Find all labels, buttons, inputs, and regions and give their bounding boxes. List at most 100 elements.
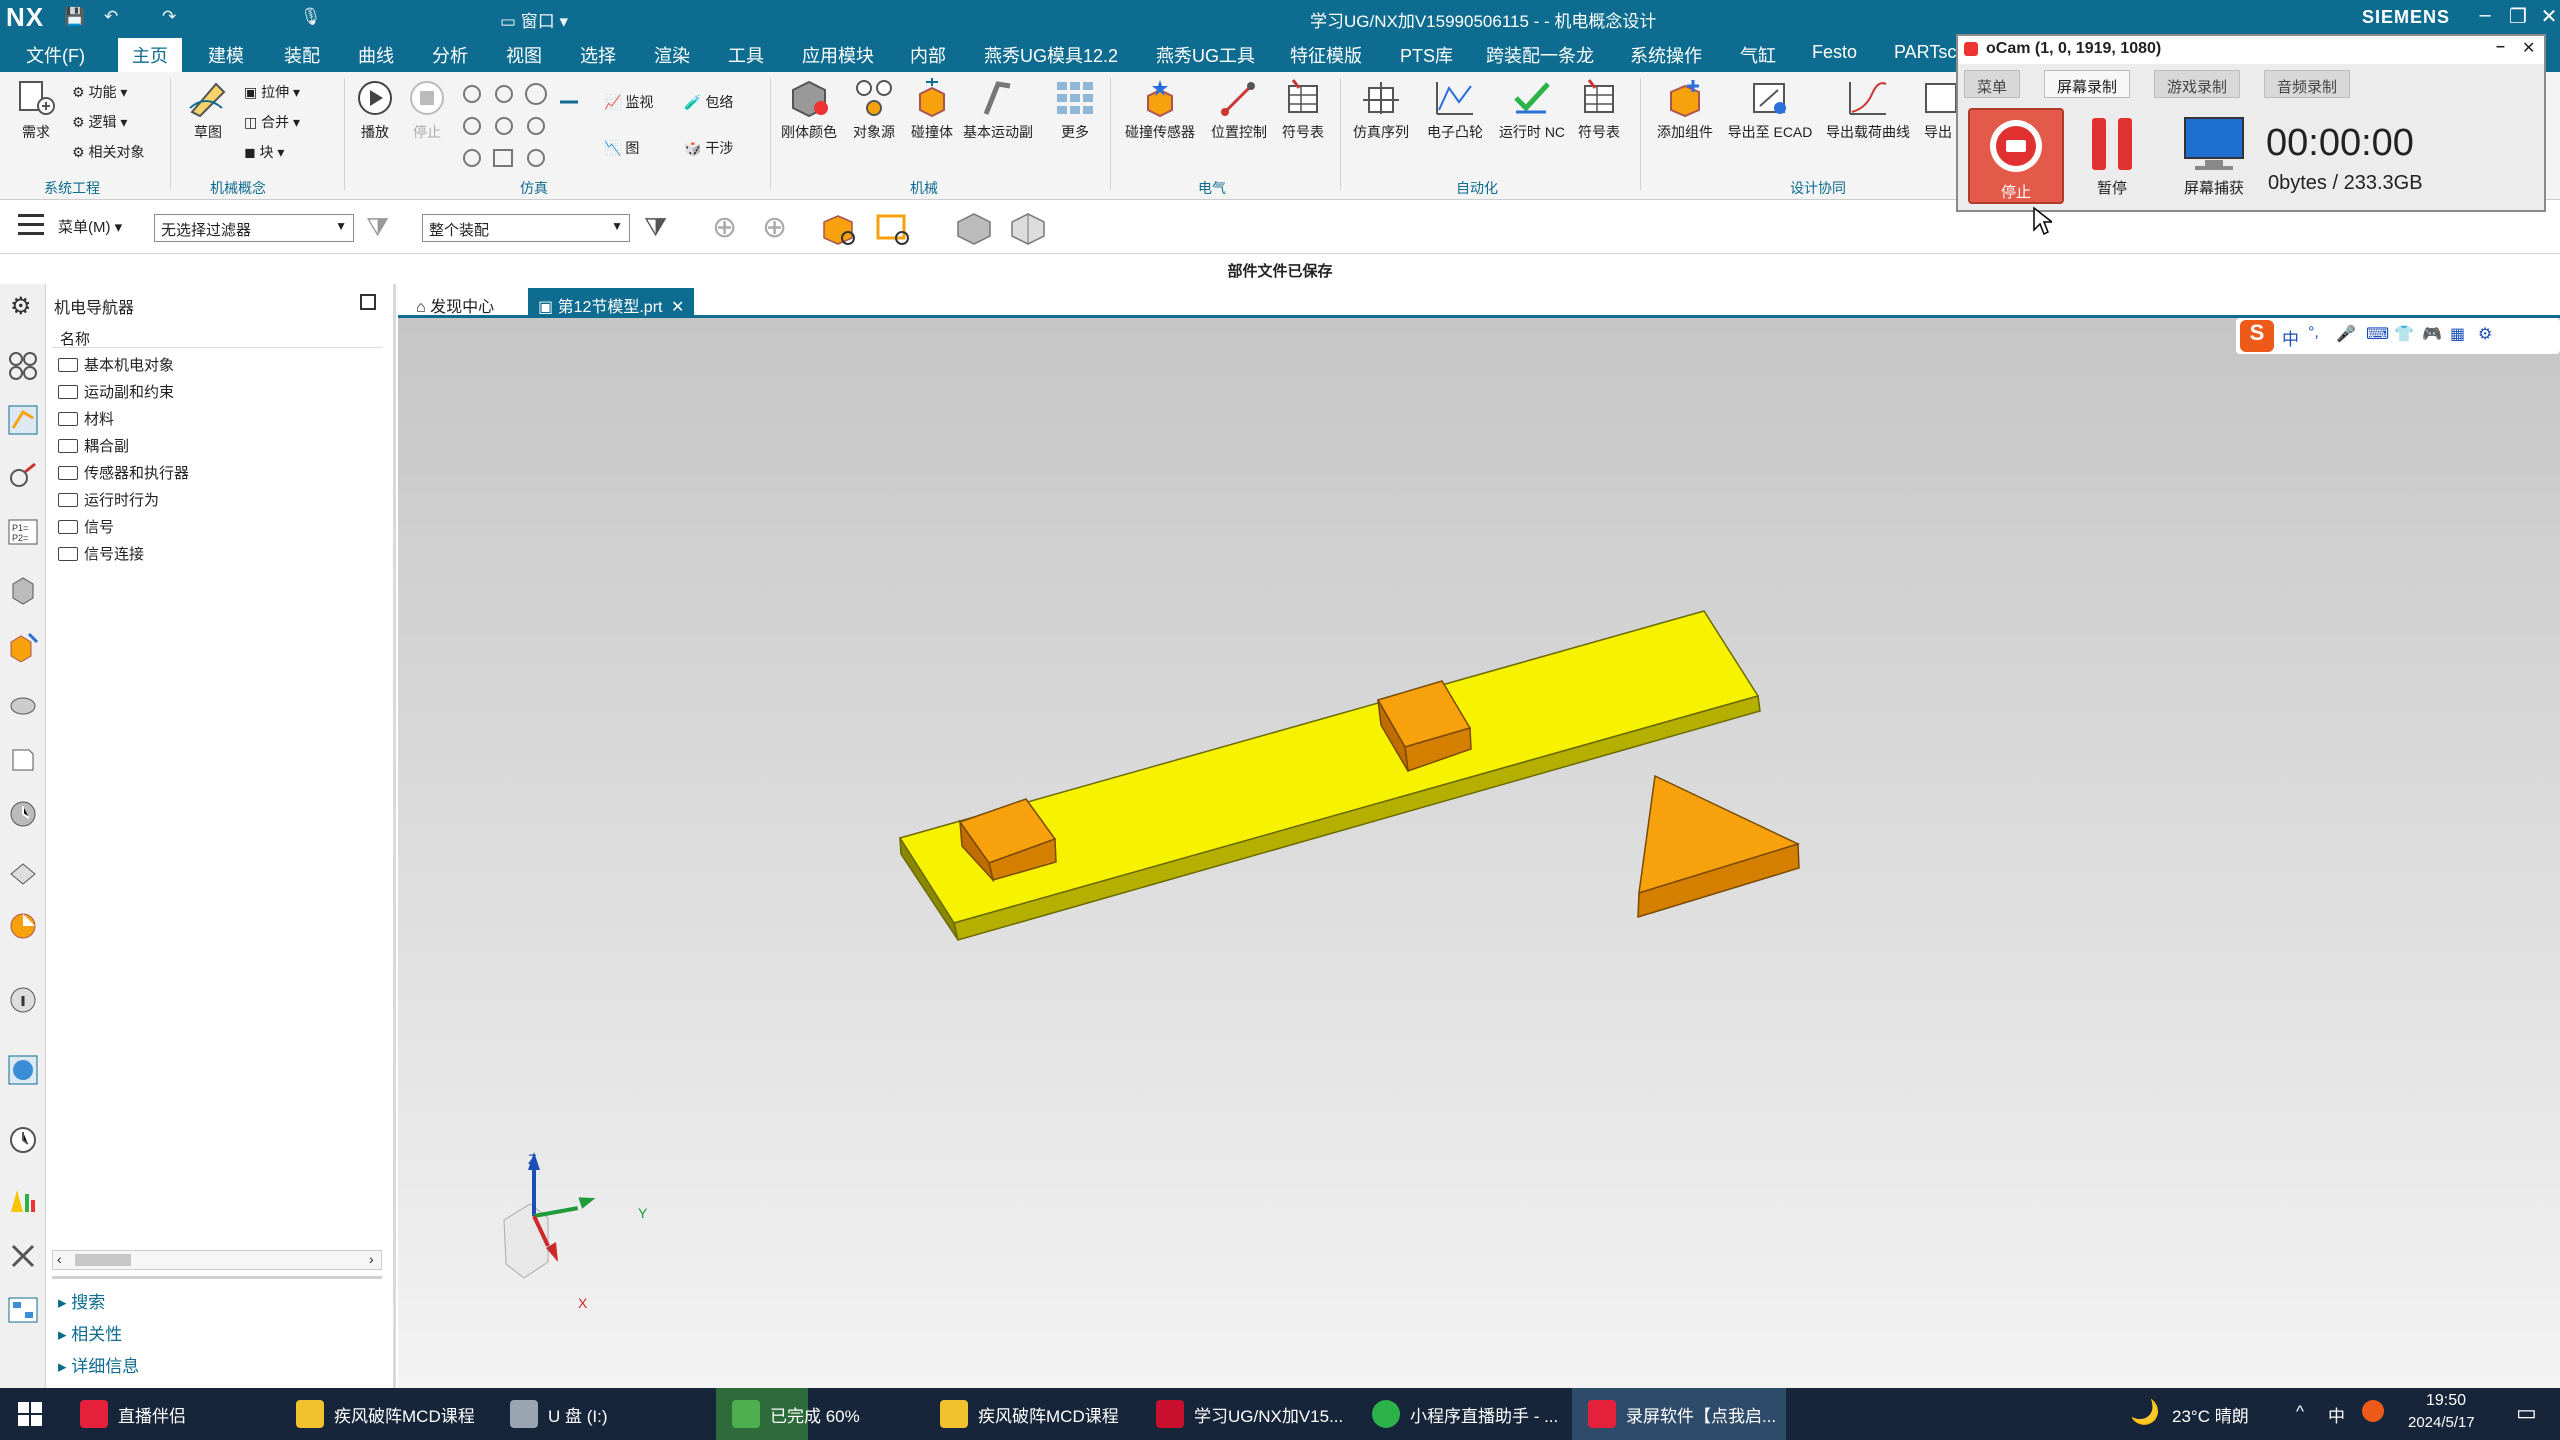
ime-punctuation-icon[interactable]: °,: [2308, 324, 2319, 342]
filter-icon[interactable]: ⧩: [366, 212, 389, 244]
rigid-color-button[interactable]: 刚体颜色: [776, 78, 842, 142]
taskbar-screen-recorder[interactable]: 录屏软件【点我启...: [1572, 1388, 1787, 1440]
tree-item-joints[interactable]: 运动副和约束: [58, 381, 174, 407]
scroll-left-icon[interactable]: ‹: [57, 1251, 62, 1267]
taskbar-copy-progress[interactable]: 已完成 60%: [716, 1388, 870, 1440]
tab-system-ops[interactable]: 系统操作: [1630, 42, 1702, 68]
taskbar-folder-mcd-2[interactable]: 疾风破阵MCD课程: [924, 1388, 1129, 1440]
tab-pts-library[interactable]: PTS库: [1400, 42, 1453, 68]
ocam-capture-button[interactable]: 屏幕捕获: [2172, 116, 2256, 198]
basic-motion-button[interactable]: 基本运动副: [960, 78, 1036, 142]
ime-apps-icon[interactable]: ▦: [2450, 324, 2465, 344]
unite-button[interactable]: ◫ 合并 ▾: [244, 112, 300, 132]
snap-center-icon[interactable]: ⊕: [762, 210, 787, 245]
tab-partscommunity[interactable]: PARTsc: [1894, 42, 1956, 63]
tab-yanxiu-tools[interactable]: 燕秀UG工具: [1156, 42, 1255, 68]
stop-sim-button[interactable]: 停止: [402, 78, 452, 142]
snap-point-icon[interactable]: ⊕: [712, 210, 737, 245]
horizontal-scrollbar[interactable]: ‹ ›: [52, 1250, 382, 1270]
ocam-tab-game-record[interactable]: 游戏录制: [2154, 70, 2241, 98]
tab-applications[interactable]: 应用模块: [802, 42, 874, 68]
taskbar-live-companion[interactable]: 直播伴侣: [64, 1388, 196, 1440]
tab-cross-assembly[interactable]: 跨装配一条龙: [1486, 42, 1594, 68]
tree-item-signals[interactable]: 信号: [58, 516, 114, 542]
settings-gear-icon[interactable]: ⚙: [10, 292, 32, 321]
ime-keyboard-icon[interactable]: ⌨: [2366, 324, 2389, 344]
hamburger-icon[interactable]: [18, 214, 44, 235]
ocam-tab-audio-record[interactable]: 音频录制: [2264, 70, 2351, 98]
window-menu[interactable]: ▭ 窗口 ▾: [500, 7, 568, 32]
clock-date[interactable]: 2024/5/17: [2408, 1414, 2475, 1431]
logic-button[interactable]: ⚙ 逻辑 ▾: [72, 112, 127, 132]
export-load-curve-button[interactable]: 导出载荷曲线: [1820, 78, 1916, 142]
tools-icon[interactable]: [7, 1240, 39, 1272]
tab-festo[interactable]: Festo: [1812, 42, 1857, 63]
play-button[interactable]: 播放: [350, 78, 400, 142]
hd3d-icon[interactable]: [7, 686, 39, 718]
ime-mode-icon[interactable]: 中: [2282, 325, 2299, 350]
details-section[interactable]: ▸ 详细信息: [58, 1352, 139, 1377]
tree-item-sensors-actuators[interactable]: 传感器和执行器: [58, 462, 189, 488]
tree-item-couplers[interactable]: 耦合副: [58, 435, 129, 461]
graphics-window[interactable]: Z Y X S 中 °, 🎤 ⌨ 👕 🎮 ▦ ⚙: [398, 318, 2560, 1388]
weather-text[interactable]: 23°C 晴朗: [2172, 1402, 2249, 1427]
tree-item-basic-objects[interactable]: 基本机电对象: [58, 354, 174, 380]
ime-game-icon[interactable]: 🎮: [2422, 324, 2442, 344]
sketch-button[interactable]: 草图: [180, 78, 236, 142]
web-browser-icon[interactable]: [7, 742, 39, 774]
windows-start-icon[interactable]: [18, 1402, 42, 1426]
operation-navigator-icon[interactable]: P1=P2=: [7, 516, 39, 548]
tree-item-materials[interactable]: 材料: [58, 408, 114, 434]
assembly-scope-select[interactable]: 整个装配 ▼: [422, 214, 630, 242]
tab-discovery-center[interactable]: ⌂ 发现中心: [406, 288, 504, 318]
ocam-minimize-icon[interactable]: –: [2496, 38, 2505, 56]
weather-icon[interactable]: 🌙: [2130, 1398, 2160, 1427]
related-objects-button[interactable]: ⚙ 相关对象: [72, 142, 144, 162]
tab-assembly[interactable]: 装配: [284, 42, 320, 68]
notification-icon[interactable]: ▭: [2516, 1400, 2537, 1426]
assembly-navigator-icon[interactable]: [7, 350, 39, 382]
beam-top[interactable]: [898, 610, 1760, 924]
monitor-button[interactable]: 📈 监视: [604, 92, 653, 112]
tab-select[interactable]: 选择: [580, 42, 616, 68]
process-studio-icon[interactable]: [7, 910, 39, 942]
runtime-nc-button[interactable]: 运行时 NC: [1494, 78, 1570, 142]
tab-active-part[interactable]: ▣ 第12节模型.prt ✕: [528, 288, 695, 318]
ocam-tab-screen-record[interactable]: 屏幕录制: [2044, 70, 2131, 98]
dependencies-section[interactable]: ▸ 相关性: [58, 1320, 122, 1345]
export-ecad-button[interactable]: 导出至 ECAD: [1724, 78, 1816, 142]
graph-button[interactable]: 📉 图: [604, 138, 639, 158]
sogou-logo-icon[interactable]: S: [2240, 320, 2274, 352]
mic-icon[interactable]: 🎙: [300, 7, 322, 27]
tab-yanxiu-mold[interactable]: 燕秀UG模具12.2: [984, 42, 1118, 68]
more-button[interactable]: 更多: [1050, 78, 1100, 142]
collision-sensor-button[interactable]: 碰撞传感器: [1120, 78, 1200, 142]
add-component-button[interactable]: 添加组件: [1650, 78, 1720, 142]
clock-icon[interactable]: [7, 1124, 39, 1156]
system-materials-icon[interactable]: [7, 854, 39, 886]
name-column-header[interactable]: 名称: [52, 326, 382, 348]
minimize-icon[interactable]: –: [2470, 4, 2500, 27]
tab-render[interactable]: 渲染: [654, 42, 690, 68]
tab-cylinder[interactable]: 气缸: [1740, 42, 1776, 68]
globe-icon[interactable]: [7, 1054, 39, 1086]
electronic-cam-button[interactable]: 电子凸轮: [1420, 78, 1490, 142]
tab-internal[interactable]: 内部: [910, 42, 946, 68]
extrude-button[interactable]: ▣ 拉伸 ▾: [244, 82, 300, 102]
info-icon[interactable]: [7, 984, 39, 1016]
undo-icon[interactable]: ↶: [104, 7, 118, 27]
ocam-stop-button[interactable]: 停止: [1968, 108, 2064, 204]
symbol-table-button[interactable]: 符号表: [1276, 78, 1330, 142]
physics-navigator-icon[interactable]: [7, 460, 39, 492]
snap-face-icon[interactable]: [872, 210, 916, 246]
tab-modeling[interactable]: 建模: [208, 42, 244, 68]
search-section[interactable]: ▸ 搜索: [58, 1288, 105, 1313]
tab-curve[interactable]: 曲线: [358, 42, 394, 68]
taskbar-usb-drive[interactable]: U 盘 (I:): [494, 1388, 618, 1440]
maximize-panel-icon[interactable]: [360, 294, 376, 310]
ocam-close-icon[interactable]: ✕: [2522, 38, 2535, 58]
taskbar-mini-program[interactable]: 小程序直播助手 - ...: [1356, 1388, 1568, 1440]
roles-icon[interactable]: [7, 1184, 39, 1216]
selection-filter-select[interactable]: 无选择过滤器 ▼: [154, 214, 354, 242]
position-control-button[interactable]: 位置控制: [1204, 78, 1274, 142]
